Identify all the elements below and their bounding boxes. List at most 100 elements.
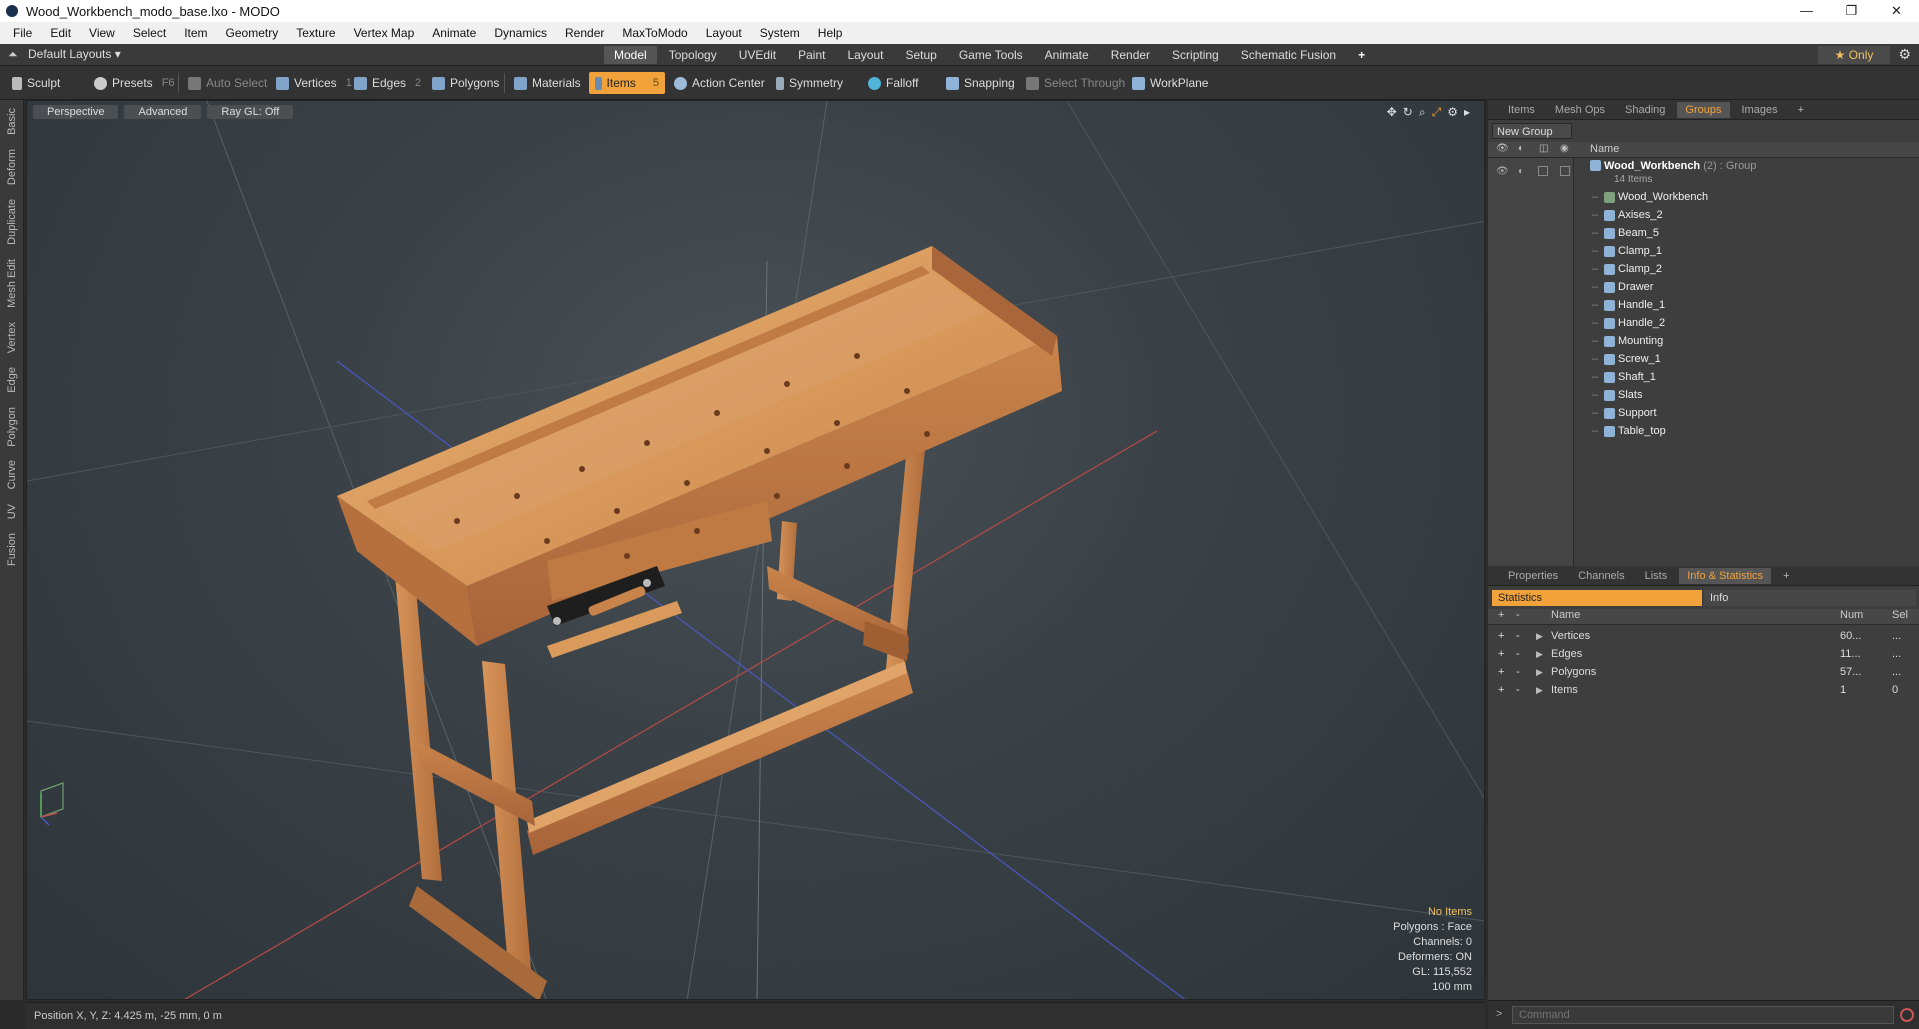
vertices-button[interactable]: Vertices 1 xyxy=(270,72,358,94)
left-tab-polygon[interactable]: Polygon xyxy=(6,401,18,453)
remove-icon[interactable]: - xyxy=(1516,681,1520,699)
tree-item-mesh[interactable]: – Slats xyxy=(1574,386,1919,404)
workplane-button[interactable]: WorkPlane xyxy=(1126,72,1214,94)
left-tab-curve[interactable]: Curve xyxy=(6,454,18,495)
tree-item-mesh[interactable]: – Clamp_1 xyxy=(1574,242,1919,260)
tab-render[interactable]: Render xyxy=(1101,46,1160,64)
info-subtab[interactable]: Info xyxy=(1704,590,1916,606)
raygl-toggle-button[interactable]: Ray GL: Off xyxy=(207,105,294,119)
menu-file[interactable]: File xyxy=(4,26,41,40)
workbench-model[interactable] xyxy=(337,246,1062,1000)
left-tab-fusion[interactable]: Fusion xyxy=(6,527,18,572)
stats-row-polygons[interactable]: + - ▶ Polygons 57... ... xyxy=(1488,663,1919,681)
group-visibility-icon[interactable]: 👁 xyxy=(1496,166,1509,177)
layout-up-arrow-icon[interactable]: ⏶ xyxy=(8,47,18,62)
add-icon[interactable]: + xyxy=(1498,645,1504,663)
group-select-checkbox[interactable] xyxy=(1560,166,1570,176)
menu-texture[interactable]: Texture xyxy=(287,26,344,40)
tab-scripting[interactable]: Scripting xyxy=(1162,46,1229,64)
group-root-row[interactable]: Wood_Workbench (2) : Group xyxy=(1574,158,1919,174)
remove-icon[interactable]: - xyxy=(1516,645,1520,663)
tree-item-mesh[interactable]: – Mounting xyxy=(1574,332,1919,350)
tree-item-mesh[interactable]: – Handle_1 xyxy=(1574,296,1919,314)
menu-select[interactable]: Select xyxy=(124,26,175,40)
left-tab-vertex[interactable]: Vertex xyxy=(6,316,18,359)
tab-groups[interactable]: Groups xyxy=(1677,101,1730,118)
sculpt-button[interactable]: Sculpt xyxy=(6,72,66,94)
menu-render[interactable]: Render xyxy=(556,26,613,40)
add-panel-tab-icon[interactable]: + xyxy=(1775,568,1797,584)
close-button[interactable]: ✕ xyxy=(1874,0,1919,22)
maximize-button[interactable]: ❐ xyxy=(1829,0,1874,22)
add-icon[interactable]: + xyxy=(1498,681,1504,699)
presets-button[interactable]: Presets F6 xyxy=(88,72,181,94)
falloff-button[interactable]: Falloff xyxy=(862,72,924,94)
tab-animate[interactable]: Animate xyxy=(1035,46,1099,64)
tab-schematic-fusion[interactable]: Schematic Fusion xyxy=(1231,46,1346,64)
tab-channels[interactable]: Channels xyxy=(1570,568,1632,584)
gear-icon[interactable]: ⚙ xyxy=(1898,46,1911,63)
collapse-all-icon[interactable]: - xyxy=(1516,609,1520,621)
left-tab-deform[interactable]: Deform xyxy=(6,143,18,191)
tree-item-locator[interactable]: – Wood_Workbench xyxy=(1574,188,1919,206)
viewport-settings-icon[interactable]: ⚙ xyxy=(1447,105,1458,120)
tab-layout[interactable]: Layout xyxy=(837,46,893,64)
new-group-button[interactable]: New Group xyxy=(1492,123,1572,139)
add-icon[interactable]: + xyxy=(1498,627,1504,645)
tab-items[interactable]: Items xyxy=(1500,102,1543,118)
left-tab-uv[interactable]: UV xyxy=(6,498,18,525)
action-center-button[interactable]: Action Center xyxy=(668,72,771,94)
left-tab-duplicate[interactable]: Duplicate xyxy=(6,193,18,251)
fit-view-icon[interactable]: ⤢ xyxy=(1432,105,1442,120)
pan-icon[interactable]: ✥ xyxy=(1387,105,1397,120)
tree-item-mesh[interactable]: – Axises_2 xyxy=(1574,206,1919,224)
menu-dynamics[interactable]: Dynamics xyxy=(485,26,556,40)
tree-item-mesh[interactable]: – Support xyxy=(1574,404,1919,422)
3d-viewport[interactable]: Perspective Advanced Ray GL: Off ✥ ↻ ⌕ ⤢… xyxy=(26,100,1485,1000)
polygons-button[interactable]: Polygons xyxy=(426,72,505,94)
menu-geometry[interactable]: Geometry xyxy=(217,26,288,40)
edges-button[interactable]: Edges 2 xyxy=(348,72,427,94)
tree-item-mesh[interactable]: – Clamp_2 xyxy=(1574,260,1919,278)
expand-arrow-icon[interactable]: ▶ xyxy=(1536,663,1543,681)
group-lock-checkbox[interactable] xyxy=(1538,166,1548,176)
stats-row-vertices[interactable]: + - ▶ Vertices 60... ... xyxy=(1488,627,1919,645)
add-icon[interactable]: + xyxy=(1498,663,1504,681)
tab-uvedit[interactable]: UVEdit xyxy=(729,46,786,64)
stats-row-edges[interactable]: + - ▶ Edges 11... ... xyxy=(1488,645,1919,663)
items-button[interactable]: Items 5 xyxy=(589,72,665,94)
rotate-icon[interactable]: ↻ xyxy=(1403,105,1413,120)
menu-layout[interactable]: Layout xyxy=(697,26,751,40)
tab-shading[interactable]: Shading xyxy=(1617,102,1673,118)
menu-view[interactable]: View xyxy=(80,26,124,40)
materials-button[interactable]: Materials xyxy=(508,72,587,94)
tree-item-mesh[interactable]: – Screw_1 xyxy=(1574,350,1919,368)
tab-lists[interactable]: Lists xyxy=(1637,568,1676,584)
tree-item-mesh[interactable]: – Table_top xyxy=(1574,422,1919,440)
tab-properties[interactable]: Properties xyxy=(1500,568,1566,584)
remove-icon[interactable]: - xyxy=(1516,627,1520,645)
left-tab-mesh-edit[interactable]: Mesh Edit xyxy=(6,253,18,314)
minimize-button[interactable]: — xyxy=(1784,0,1829,22)
tree-item-mesh[interactable]: – Handle_2 xyxy=(1574,314,1919,332)
snapping-button[interactable]: Snapping xyxy=(940,72,1021,94)
zoom-icon[interactable]: ⌕ xyxy=(1419,105,1426,120)
tab-mesh-ops[interactable]: Mesh Ops xyxy=(1547,102,1613,118)
menu-maxtomodo[interactable]: MaxToModo xyxy=(613,26,696,40)
tab-images[interactable]: Images xyxy=(1734,102,1786,118)
tree-item-mesh[interactable]: – Beam_5 xyxy=(1574,224,1919,242)
advanced-shading-button[interactable]: Advanced xyxy=(124,105,202,119)
tab-game-tools[interactable]: Game Tools xyxy=(949,46,1033,64)
select-through-button[interactable]: Select Through xyxy=(1020,72,1131,94)
stats-row-items[interactable]: + - ▶ Items 1 0 xyxy=(1488,681,1919,699)
expand-arrow-icon[interactable]: ▶ xyxy=(1536,645,1543,663)
menu-item[interactable]: Item xyxy=(175,26,216,40)
only-button[interactable]: ★ Only xyxy=(1818,46,1890,64)
expand-all-icon[interactable]: + xyxy=(1498,609,1504,621)
menu-help[interactable]: Help xyxy=(809,26,852,40)
left-tab-basic[interactable]: Basic xyxy=(6,102,18,141)
expand-arrow-icon[interactable]: ▶ xyxy=(1536,681,1543,699)
tab-info-statistics[interactable]: Info & Statistics xyxy=(1679,567,1772,584)
symmetry-button[interactable]: Symmetry xyxy=(770,72,849,94)
tab-setup[interactable]: Setup xyxy=(895,46,946,64)
